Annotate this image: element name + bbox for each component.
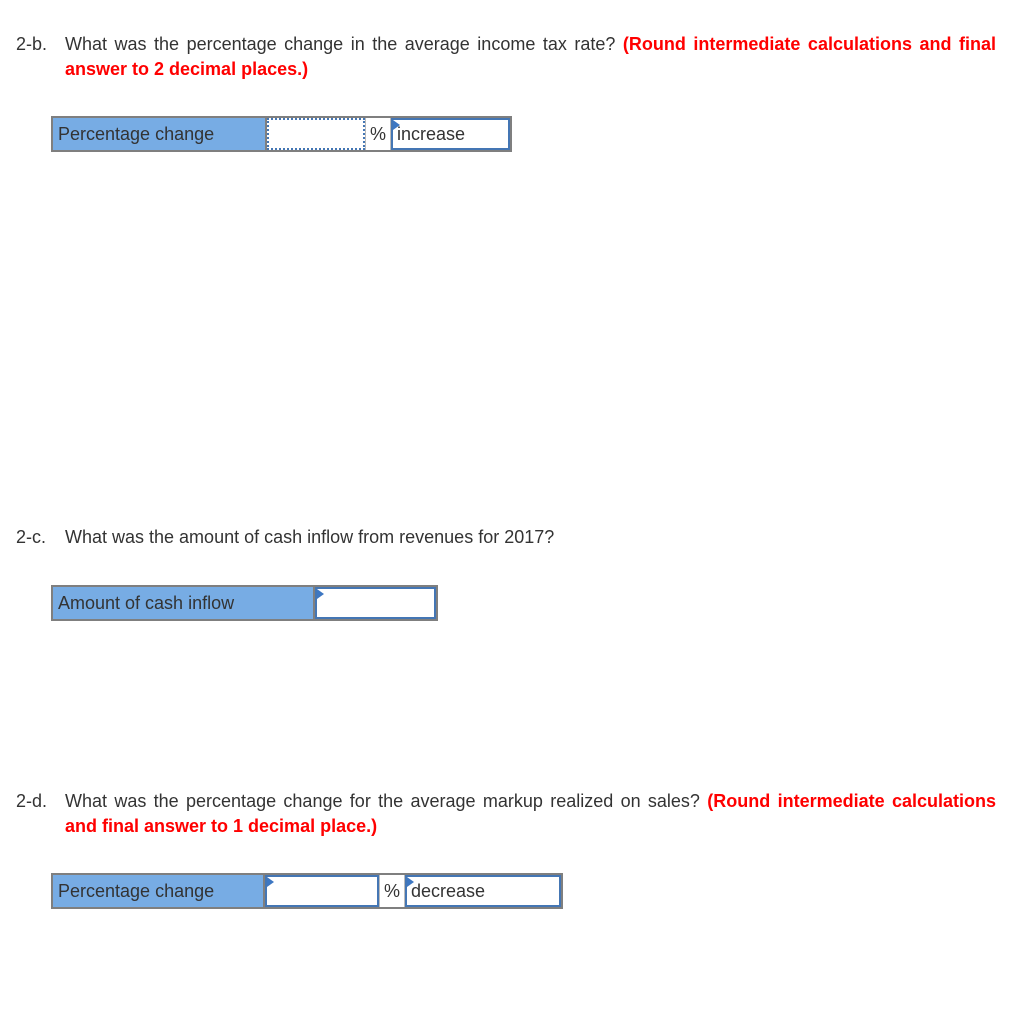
question-2d: 2-d. What was the percentage change for … [16, 789, 996, 839]
question-prompt: What was the amount of cash inflow from … [65, 527, 555, 547]
question-2c: 2-c. What was the amount of cash inflow … [16, 525, 996, 550]
direction-value: decrease [411, 881, 486, 901]
dropdown-flag-icon [407, 877, 414, 887]
question-number: 2-c. [16, 527, 47, 547]
cash-inflow-input[interactable] [315, 587, 436, 619]
percent-sign: % [379, 875, 405, 907]
question-2b: 2-b. What was the percentage change in t… [16, 32, 996, 82]
direction-value: increase [397, 124, 466, 144]
question-text: What was the percentage change in the av… [65, 32, 996, 82]
percentage-change-input[interactable] [265, 875, 379, 907]
question-prompt: What was the percentage change in the av… [65, 34, 616, 54]
direction-select[interactable]: decrease [405, 875, 561, 907]
question-number: 2-d. [16, 791, 48, 811]
dropdown-flag-icon [393, 120, 400, 130]
percentage-change-field[interactable] [267, 877, 377, 905]
input-flag-icon [317, 589, 324, 599]
answer-row-2c: Amount of cash inflow [51, 585, 438, 621]
row-label: Percentage change [53, 118, 267, 150]
answer-row-2b: Percentage change % increase [51, 116, 512, 152]
question-text: What was the percentage change for the a… [65, 789, 996, 839]
row-label: Percentage change [53, 875, 265, 907]
row-label: Amount of cash inflow [53, 587, 315, 619]
question-number: 2-b. [16, 34, 48, 54]
question-text: What was the amount of cash inflow from … [65, 525, 996, 550]
answer-row-2d: Percentage change % decrease [51, 873, 563, 909]
percentage-change-input[interactable] [267, 118, 365, 150]
direction-select[interactable]: increase [391, 118, 510, 150]
percentage-change-field[interactable] [269, 120, 363, 148]
percent-sign: % [365, 118, 391, 150]
input-flag-icon [267, 877, 274, 887]
question-prompt: What was the percentage change for the a… [65, 791, 700, 811]
cash-inflow-field[interactable] [317, 589, 434, 617]
